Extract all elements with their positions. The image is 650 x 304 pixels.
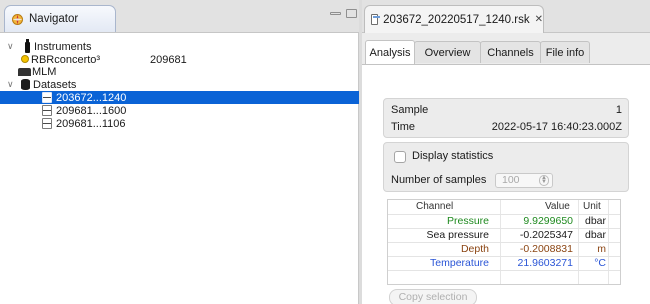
navigator-tab-bar: Navigator	[0, 0, 359, 33]
display-statistics-checkbox[interactable]	[394, 151, 406, 163]
file-icon	[42, 105, 52, 116]
channel-name: Temperature	[430, 257, 489, 269]
column-header-value[interactable]: Value	[545, 200, 570, 214]
tree-item-label: RBRconcerto³	[31, 53, 101, 66]
minimize-icon[interactable]	[330, 12, 341, 15]
serial-number: 209681	[150, 53, 187, 66]
close-icon[interactable]: ✕	[535, 14, 543, 25]
navigator-tree: ∨ Instruments RBRconcerto³ 209681 MLM ∨ …	[0, 33, 359, 304]
tree-item-datasets[interactable]: ∨ Datasets	[0, 78, 359, 91]
dataset-editor: 203672_20220517_1240.rsk ✕ Analysis Over…	[362, 0, 650, 304]
tree-item-dataset-209681-1600[interactable]: 209681...1600	[0, 104, 359, 117]
navigator-tab[interactable]: Navigator	[4, 5, 116, 32]
channel-table: Channel Value Unit Pressure 9.9299650 db…	[387, 199, 621, 285]
tree-item-label: Datasets	[33, 78, 77, 91]
editor-tab-bar: 203672_20220517_1240.rsk ✕	[362, 0, 650, 33]
stepper-arrows-icon[interactable]: ▲ ▼	[539, 175, 549, 186]
navigator-tab-label: Navigator	[29, 13, 79, 25]
yellow-dot-icon	[21, 55, 29, 63]
channel-unit: dbar	[584, 229, 606, 241]
tab-overview[interactable]: Overview	[414, 41, 481, 63]
channel-unit: m	[597, 243, 606, 255]
channel-name: Depth	[460, 243, 489, 255]
chevron-down-icon[interactable]: ∨	[7, 79, 14, 90]
file-icon	[42, 92, 52, 103]
time-label: Time	[391, 121, 416, 133]
channel-name: Sea pressure	[426, 229, 489, 241]
document-icon	[371, 14, 381, 25]
sample-value: 1	[615, 104, 622, 116]
editor-tab-label: 203672_20220517_1240.rsk	[383, 13, 530, 26]
editor-tab[interactable]: 203672_20220517_1240.rsk ✕	[364, 5, 544, 33]
tab-analysis[interactable]: Analysis	[365, 40, 415, 65]
navigator-view: Navigator ∨ Instruments RBRconcerto³ 209…	[0, 0, 359, 304]
maximize-icon[interactable]	[346, 9, 357, 18]
display-statistics-label: Display statistics	[412, 150, 494, 162]
row-divider	[388, 242, 620, 243]
navigator-icon	[12, 13, 23, 25]
file-icon	[42, 118, 52, 129]
instrument-icon	[25, 39, 30, 53]
tree-item-label: Instruments	[34, 40, 92, 53]
statistics-group: Display statistics Number of samples 100…	[383, 142, 629, 192]
tree-item-instruments[interactable]: ∨ Instruments	[0, 39, 359, 53]
tab-file-info[interactable]: File info	[540, 41, 590, 63]
number-of-samples-value: 100	[502, 174, 520, 186]
channel-value: -0.2008831	[519, 243, 573, 255]
tab-channels[interactable]: Channels	[480, 41, 541, 63]
tree-item-label: MLM	[32, 65, 57, 78]
channel-unit: °C	[594, 257, 606, 269]
database-icon	[21, 79, 30, 90]
column-header-channel[interactable]: Channel	[416, 200, 453, 214]
number-of-samples-label: Number of samples	[391, 174, 487, 186]
channel-value: 21.9603271	[517, 257, 573, 269]
row-divider	[388, 256, 620, 257]
tree-item-dataset-209681-1106[interactable]: 209681...1106	[0, 117, 359, 130]
tree-item-label: 209681...1106	[56, 117, 126, 130]
sample-info-group: Sample 1 Time 2022-05-17 16:40:23.000Z	[383, 98, 629, 138]
channel-unit: dbar	[584, 215, 606, 227]
tree-item-mlm[interactable]: MLM	[0, 65, 359, 78]
chevron-down-icon[interactable]: ∨	[7, 41, 14, 52]
copy-selection-button[interactable]: Copy selection	[389, 289, 477, 304]
editor-subtabs: Analysis Overview Channels File info	[362, 33, 650, 66]
column-header-unit[interactable]: Unit	[583, 200, 601, 214]
channel-value: -0.2025347	[519, 229, 573, 241]
channel-value: 9.9299650	[523, 215, 573, 227]
tree-item-dataset-203672-1240[interactable]: 203672...1240	[0, 91, 359, 104]
tree-item-label: 203672...1240	[56, 91, 127, 104]
sample-label: Sample	[391, 104, 429, 116]
tree-item-label: 209681...1600	[56, 104, 127, 117]
row-divider	[388, 270, 620, 271]
time-value: 2022-05-17 16:40:23.000Z	[491, 121, 622, 133]
number-of-samples-spinner[interactable]: 100 ▲ ▼	[495, 173, 553, 188]
mlm-icon	[18, 68, 31, 76]
channel-name: Pressure	[446, 215, 489, 227]
analysis-panel: Sample 1 Time 2022-05-17 16:40:23.000Z D…	[362, 64, 650, 304]
